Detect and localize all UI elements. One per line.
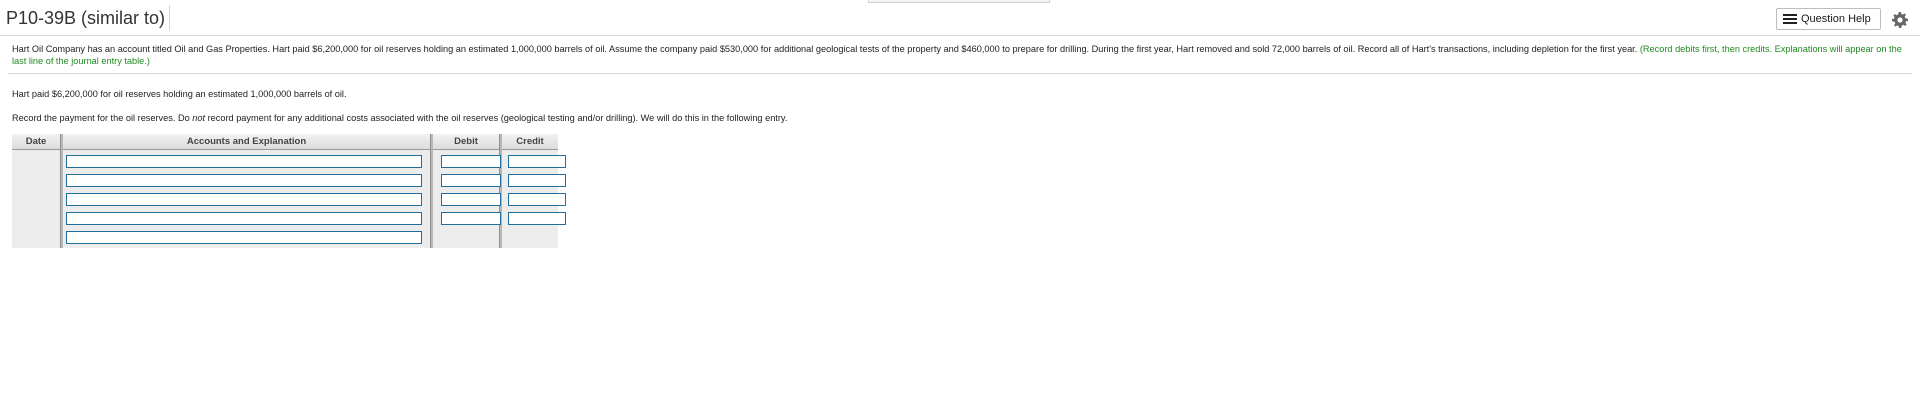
debit-input[interactable]	[441, 174, 501, 187]
column-separator	[430, 134, 433, 248]
account-input[interactable]	[66, 193, 422, 206]
debit-input[interactable]	[441, 155, 501, 168]
journal-entry-table: Date Accounts and Explanation Debit Cred…	[12, 134, 566, 248]
question-header: P10-39B (similar to) Question Help	[0, 4, 1920, 36]
debit-input[interactable]	[441, 212, 501, 225]
question-help-button[interactable]: Question Help	[1776, 8, 1881, 30]
debit-input[interactable]	[441, 193, 501, 206]
header-accounts: Accounts and Explanation	[63, 134, 430, 150]
top-toolbar-stub	[868, 0, 1050, 3]
account-input[interactable]	[66, 212, 422, 225]
question-body: Hart Oil Company has an account titled O…	[12, 44, 1638, 54]
credit-input[interactable]	[508, 174, 566, 187]
credit-input[interactable]	[508, 155, 566, 168]
gear-icon[interactable]	[1892, 12, 1908, 28]
account-input[interactable]	[66, 174, 422, 187]
question-help-label: Question Help	[1801, 13, 1871, 25]
header-debit: Debit	[433, 134, 499, 150]
account-input[interactable]	[66, 155, 422, 168]
divider	[8, 73, 1912, 74]
column-separator	[60, 134, 63, 248]
step-fact: Hart paid $6,200,000 for oil reserves ho…	[12, 89, 347, 99]
credit-input[interactable]	[508, 193, 566, 206]
page-title: P10-39B (similar to)	[6, 5, 171, 31]
header-credit: Credit	[502, 134, 558, 150]
step-instruction: Record the payment for the oil reserves.…	[12, 113, 788, 123]
explanation-input[interactable]	[66, 231, 422, 244]
header-date: Date	[12, 134, 60, 150]
column-separator	[499, 134, 502, 248]
credit-input[interactable]	[508, 212, 566, 225]
list-icon	[1783, 14, 1797, 24]
question-text: Hart Oil Company has an account titled O…	[12, 43, 1912, 67]
